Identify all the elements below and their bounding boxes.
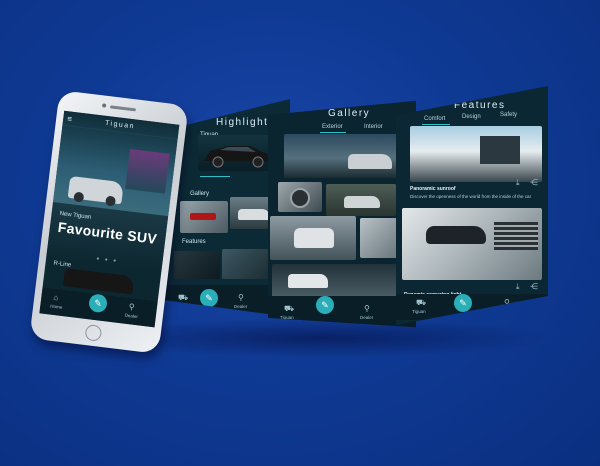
tab-comfort[interactable]: Comfort	[424, 116, 445, 122]
features-navbar: ⛟ Tiguan ✎ ⚲ Dealer	[396, 294, 548, 320]
neon-building	[125, 149, 170, 194]
gallery-panel: Gallery Exterior Interior ⛟ Tiguan ✎ ⚲ D…	[268, 100, 416, 328]
pin-icon[interactable]: ⚲	[238, 293, 244, 302]
black-suv-image	[204, 146, 272, 168]
pin-icon[interactable]: ⚲	[504, 298, 510, 307]
share-fab-button[interactable]: ✎	[454, 294, 472, 312]
suv-shape	[238, 209, 270, 220]
nav-label-dealer: Dealer	[124, 312, 139, 320]
features-panel: Features Comfort Design Safety ⤓ ⋲ Panor…	[396, 86, 548, 326]
gallery-tab-underline	[320, 132, 346, 133]
pin-icon[interactable]: ⚲	[128, 302, 135, 312]
share-fab-button[interactable]: ✎	[87, 293, 109, 314]
silver-suv-shape	[348, 154, 392, 169]
caption-1-body: Discover the openness of the world from …	[410, 194, 532, 199]
pin-icon[interactable]: ⚲	[364, 304, 370, 313]
headlight-shape	[426, 226, 486, 244]
share-fab-button[interactable]: ✎	[200, 289, 218, 307]
background-stage: Highlights Tiguan Gallery Features ⛟ Tig…	[0, 0, 600, 466]
highlight-underline	[200, 176, 230, 177]
suv-front-shape	[294, 228, 334, 248]
features-title: Features	[454, 100, 506, 111]
nav-label-tiguan: Tiguan	[174, 304, 188, 309]
wheel-shape	[290, 188, 310, 208]
nav-label-home: Home	[50, 303, 63, 310]
tab-safety[interactable]: Safety	[500, 112, 517, 118]
nav-label-dealer: Dealer	[360, 315, 374, 320]
car-icon[interactable]: ⛟	[416, 298, 426, 308]
features-link[interactable]: Features	[182, 239, 206, 245]
gallery-wheel-photo[interactable]	[278, 182, 322, 212]
sunroof-photo[interactable]	[410, 126, 542, 182]
red-taillight-photo[interactable]	[180, 201, 228, 233]
share-icon[interactable]: ⋲	[530, 178, 538, 187]
highlights-title: Highlights	[216, 117, 275, 128]
black-suv-photo[interactable]	[198, 135, 278, 171]
caption-1-title: Panoramic sunroof	[410, 186, 456, 192]
share-icon-2[interactable]: ⋲	[530, 282, 538, 291]
taillight-shape	[190, 213, 216, 220]
headlight-photo[interactable]	[402, 208, 542, 280]
features-tab-underline	[422, 124, 450, 125]
home-icon[interactable]: ⌂	[53, 293, 59, 303]
tab-interior[interactable]: Interior	[364, 124, 383, 130]
tab-design[interactable]: Design	[462, 114, 481, 120]
gallery-title: Gallery	[328, 108, 371, 119]
interior-photo[interactable]	[174, 251, 220, 279]
suv-side-shape	[344, 196, 380, 208]
download-icon[interactable]: ⤓	[516, 178, 520, 188]
grille-shape	[494, 222, 538, 250]
gallery-road-photo[interactable]	[270, 216, 356, 260]
smartphone: ≡ Tiguan New Tiguan Favourite SUV ● ● ● …	[29, 90, 189, 354]
car-icon[interactable]: ⛟	[178, 293, 188, 303]
white-suv-shape	[288, 274, 328, 288]
phone-screen: ≡ Tiguan New Tiguan Favourite SUV ● ● ● …	[39, 110, 180, 328]
gallery-night-street-photo[interactable]	[284, 134, 412, 178]
city-skyline-shape	[480, 136, 520, 164]
dashboard-photo[interactable]	[222, 249, 272, 279]
nav-label-dealer: Dealer	[500, 309, 514, 314]
car-icon[interactable]: ⛟	[284, 304, 294, 314]
menu-icon[interactable]: ≡	[67, 114, 73, 124]
gallery-section-label: Gallery	[190, 191, 210, 197]
gallery-forest-photo[interactable]	[326, 184, 396, 216]
share-fab-button[interactable]: ✎	[316, 296, 334, 314]
download-icon-2[interactable]: ⤓	[516, 282, 520, 292]
nav-label-tiguan: Tiguan	[412, 309, 426, 314]
nav-label-dealer: Dealer	[234, 304, 248, 309]
tab-exterior[interactable]: Exterior	[322, 124, 343, 130]
